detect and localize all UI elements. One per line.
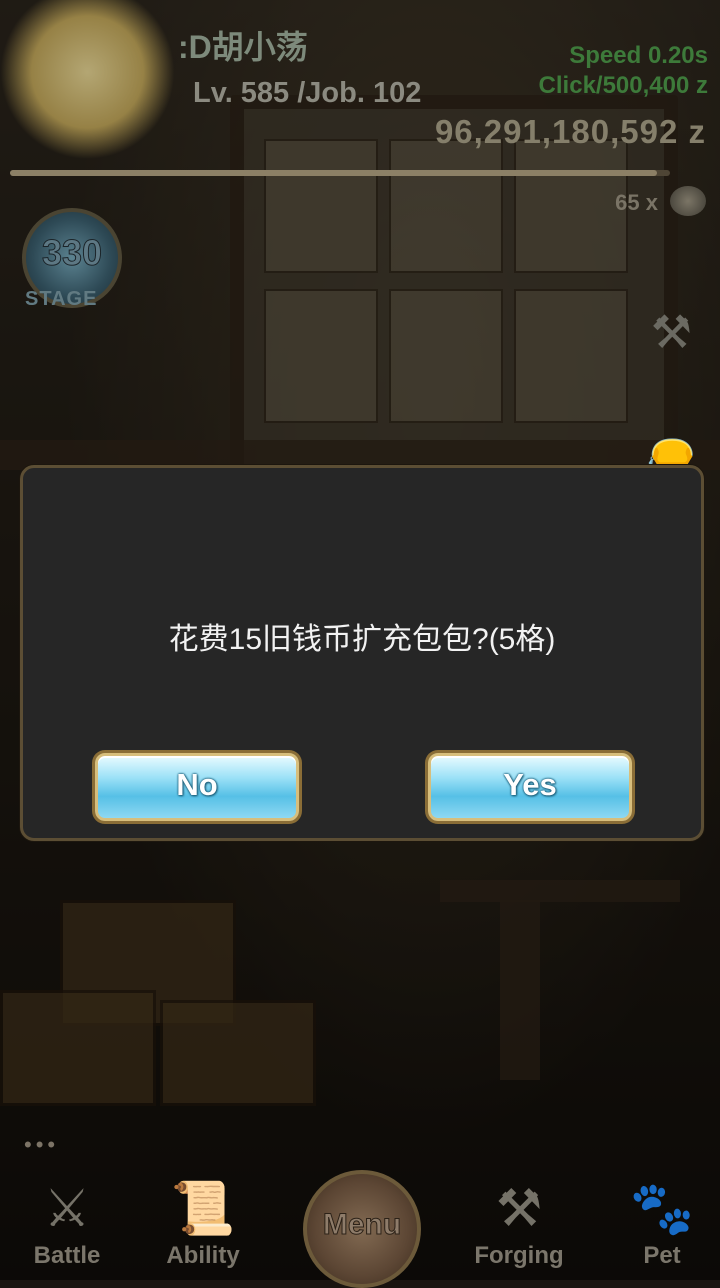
crossed-swords-icon: ⚔ [43, 1180, 91, 1238]
nav-forging[interactable]: ⚒ Forging [454, 1180, 584, 1270]
hammer-icon[interactable]: ⚒ [651, 305, 692, 359]
gold-amount: 96,291,180,592 z [434, 113, 706, 150]
page-dots: ••• [24, 1132, 60, 1157]
nav-ability-label: Ability [166, 1242, 240, 1269]
player-name: :D胡小荡 [178, 29, 308, 65]
nav-battle-label: Battle [33, 1242, 101, 1269]
nav-pet[interactable]: 🐾 Pet [597, 1180, 720, 1270]
nav-forging-label: Forging [474, 1242, 564, 1269]
yes-button[interactable]: Yes [428, 753, 632, 821]
pet-icon: 🐾 [629, 1180, 695, 1238]
scroll-icon: 📜 [170, 1180, 236, 1238]
stage-progress-fill [10, 170, 657, 176]
no-button[interactable]: No [95, 753, 299, 821]
menu-label: Menu [322, 1208, 402, 1242]
menu-button[interactable]: Menu [303, 1170, 421, 1288]
click-rate-stat: Click/500,400 z [538, 72, 708, 99]
nav-ability[interactable]: 📜 Ability [138, 1180, 268, 1270]
stage-progress-bar [10, 170, 670, 176]
hammer-icon: ⚒ [495, 1180, 543, 1238]
coin-count: 65 x [615, 190, 658, 215]
stage-number: 330 [41, 232, 103, 274]
bag-icon[interactable]: 👝 [646, 420, 696, 467]
stage-label: STAGE [25, 288, 98, 310]
player-avatar[interactable] [0, 0, 175, 160]
coin-icon [670, 186, 706, 216]
level-text: Lv. 585 /Job. 102 [193, 77, 422, 109]
dialog-message: 花费15旧钱币扩充包包?(5格) [168, 623, 556, 656]
speed-stat: Speed 0.20s [569, 42, 708, 69]
confirm-dialog: 花费15旧钱币扩充包包?(5格) No Yes [20, 465, 704, 841]
nav-battle[interactable]: ⚔ Battle [2, 1180, 132, 1270]
nav-pet-label: Pet [643, 1242, 681, 1269]
